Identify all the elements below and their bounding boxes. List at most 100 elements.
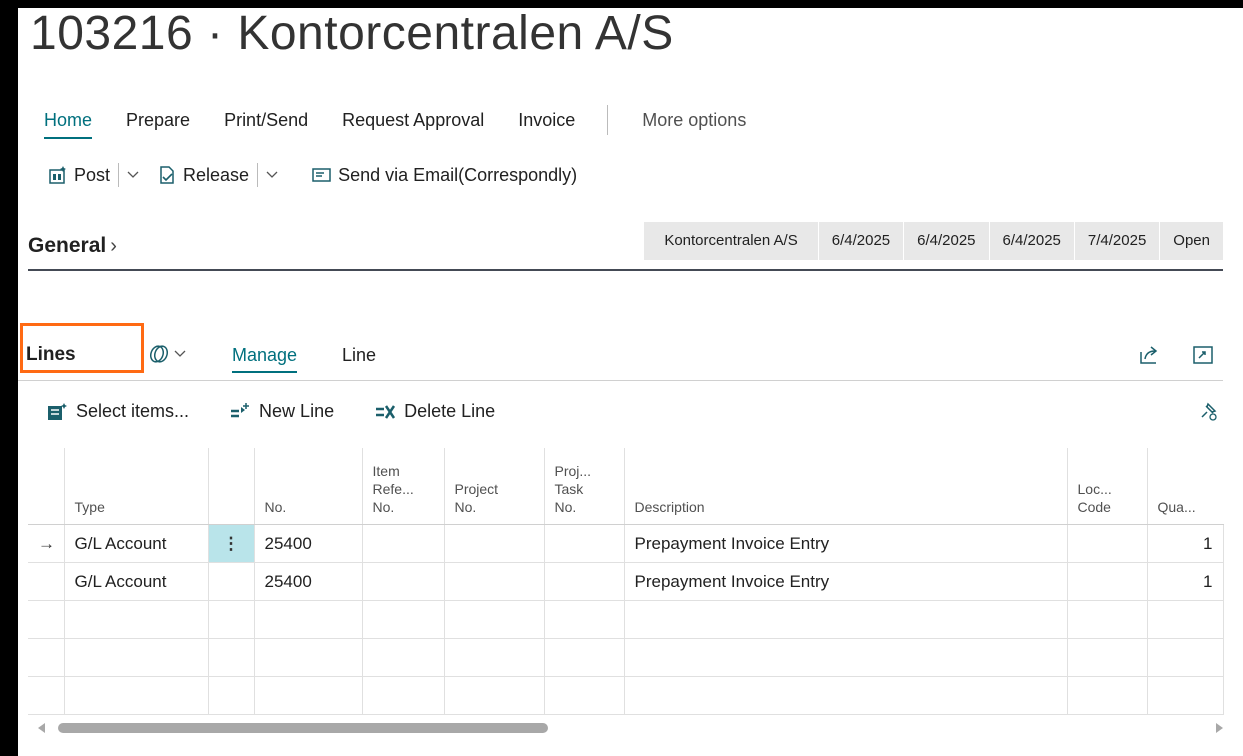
cell-location[interactable] — [1066, 524, 1148, 563]
cell-project[interactable] — [443, 600, 545, 639]
release-button[interactable]: Release — [157, 163, 278, 187]
cell-location[interactable] — [1066, 638, 1148, 677]
cell-type[interactable] — [63, 676, 209, 715]
new-line-label: New Line — [259, 401, 335, 421]
scroll-right-icon[interactable] — [1216, 723, 1223, 733]
release-label: Release — [183, 164, 250, 185]
col-quantity-header[interactable]: Qua... — [1146, 448, 1223, 525]
cell-proj-task[interactable] — [543, 676, 625, 715]
cell-menu[interactable] — [207, 600, 255, 639]
col-proj-task-line1: Proj... — [554, 463, 592, 479]
cell-quantity[interactable]: 1 — [1146, 562, 1224, 601]
general-fasttab[interactable]: General › — [28, 234, 117, 258]
cell-proj-task[interactable] — [543, 638, 625, 677]
send-via-email-label: Send via Email(Correspondly) — [338, 164, 578, 185]
cell-no[interactable] — [253, 638, 363, 677]
row-menu-button[interactable]: ⋮ — [207, 524, 255, 563]
new-line-button[interactable]: New Line — [229, 401, 334, 422]
cell-type[interactable]: G/L Account — [63, 524, 209, 563]
select-items-button[interactable]: Select items... — [46, 401, 189, 422]
lines-view-menu[interactable] — [148, 344, 187, 364]
select-items-label: Select items... — [76, 401, 190, 421]
cell-no[interactable] — [253, 676, 363, 715]
cell-project[interactable] — [443, 524, 545, 563]
delete-line-button[interactable]: Delete Line — [374, 401, 495, 422]
col-location-line1: Loc... — [1077, 481, 1112, 497]
cell-proj-task[interactable] — [543, 600, 625, 639]
tab-invoice[interactable]: Invoice — [518, 110, 575, 131]
cell-quantity[interactable]: 1 — [1146, 524, 1224, 563]
cell-quantity[interactable] — [1146, 676, 1224, 715]
scrollbar-thumb[interactable] — [58, 723, 548, 733]
send-via-email-button[interactable]: Send via Email(Correspondly) — [312, 165, 577, 186]
cell-location[interactable] — [1066, 600, 1148, 639]
cell-location[interactable] — [1066, 676, 1148, 715]
col-description-header[interactable]: Description — [623, 448, 1067, 525]
cell-project[interactable] — [443, 562, 545, 601]
cell-item-ref[interactable] — [361, 676, 445, 715]
cell-description[interactable] — [623, 638, 1068, 677]
cell-no[interactable]: 25400 — [253, 562, 363, 601]
col-no-header[interactable]: No. — [253, 448, 362, 525]
lines-action-bar: Select items... New Line Delete Line — [46, 401, 535, 422]
cell-proj-task[interactable] — [543, 524, 625, 563]
share-icon[interactable] — [1138, 344, 1160, 366]
col-location-header[interactable]: Loc... Code — [1066, 448, 1147, 525]
cell-type[interactable]: G/L Account — [63, 562, 209, 601]
cell-description[interactable]: Prepayment Invoice Entry — [623, 524, 1068, 563]
cell-description[interactable]: Prepayment Invoice Entry — [623, 562, 1068, 601]
chevron-down-icon[interactable] — [266, 171, 278, 179]
tab-line[interactable]: Line — [342, 345, 376, 366]
post-button[interactable]: Post — [48, 163, 139, 187]
summary-vat-date: 6/4/2025 — [988, 222, 1074, 260]
table-row[interactable]: G/L Account 25400 Prepayment Invoice Ent… — [28, 562, 1224, 601]
empty-row[interactable] — [28, 638, 1224, 677]
summary-status: Open — [1159, 222, 1223, 260]
cell-description[interactable] — [623, 600, 1068, 639]
cell-no[interactable]: 25400 — [253, 524, 363, 563]
cell-no[interactable] — [253, 600, 363, 639]
more-options-button[interactable]: More options — [642, 110, 746, 131]
col-item-ref-line2: Refe... — [372, 481, 414, 497]
general-section-header: General › Kontorcentralen A/S 6/4/2025 6… — [28, 222, 1223, 271]
cell-item-ref[interactable] — [361, 524, 445, 563]
cell-quantity[interactable] — [1146, 638, 1224, 677]
cell-item-ref[interactable] — [361, 638, 445, 677]
cell-quantity[interactable] — [1146, 600, 1224, 639]
cell-menu[interactable] — [207, 676, 255, 715]
cell-item-ref[interactable] — [361, 562, 445, 601]
col-proj-task-line3: No. — [554, 499, 577, 515]
pin-icon[interactable] — [1197, 400, 1219, 422]
cell-project[interactable] — [443, 676, 545, 715]
empty-row[interactable] — [28, 600, 1224, 639]
expand-icon[interactable] — [1192, 344, 1214, 366]
empty-row[interactable] — [28, 676, 1224, 715]
col-proj-task-header[interactable]: Proj... Task No. — [543, 448, 624, 525]
col-item-ref-header[interactable]: Item Refe... No. — [361, 448, 444, 525]
post-label: Post — [74, 164, 111, 185]
current-row-arrow-icon: → — [28, 524, 65, 563]
col-project-header[interactable]: Project No. — [443, 448, 544, 525]
tab-prepare[interactable]: Prepare — [126, 110, 190, 131]
cell-location[interactable] — [1066, 562, 1148, 601]
cell-type[interactable] — [63, 638, 209, 677]
summary-customer: Kontorcentralen A/S — [664, 232, 798, 249]
cell-menu[interactable] — [207, 562, 255, 601]
cell-item-ref[interactable] — [361, 600, 445, 639]
cell-proj-task[interactable] — [543, 562, 625, 601]
tab-print-send[interactable]: Print/Send — [224, 110, 308, 131]
table-row[interactable]: → G/L Account ⋮ 25400 Prepayment Invoice… — [28, 524, 1224, 563]
chevron-down-icon[interactable] — [127, 171, 139, 179]
col-type-header[interactable]: Type — [63, 448, 208, 525]
col-project-line1: Project — [454, 481, 499, 497]
cell-menu[interactable] — [207, 638, 255, 677]
scroll-left-icon[interactable] — [38, 723, 45, 733]
cell-type[interactable] — [63, 600, 209, 639]
tab-home[interactable]: Home — [44, 110, 93, 139]
page: 103216 · Kontorcentralen A/S Home Prepar… — [18, 8, 1243, 756]
tab-manage[interactable]: Manage — [232, 345, 298, 373]
cell-description[interactable] — [623, 676, 1068, 715]
cell-project[interactable] — [443, 638, 545, 677]
tab-request-approval[interactable]: Request Approval — [342, 110, 484, 131]
horizontal-scrollbar[interactable] — [28, 714, 1223, 740]
